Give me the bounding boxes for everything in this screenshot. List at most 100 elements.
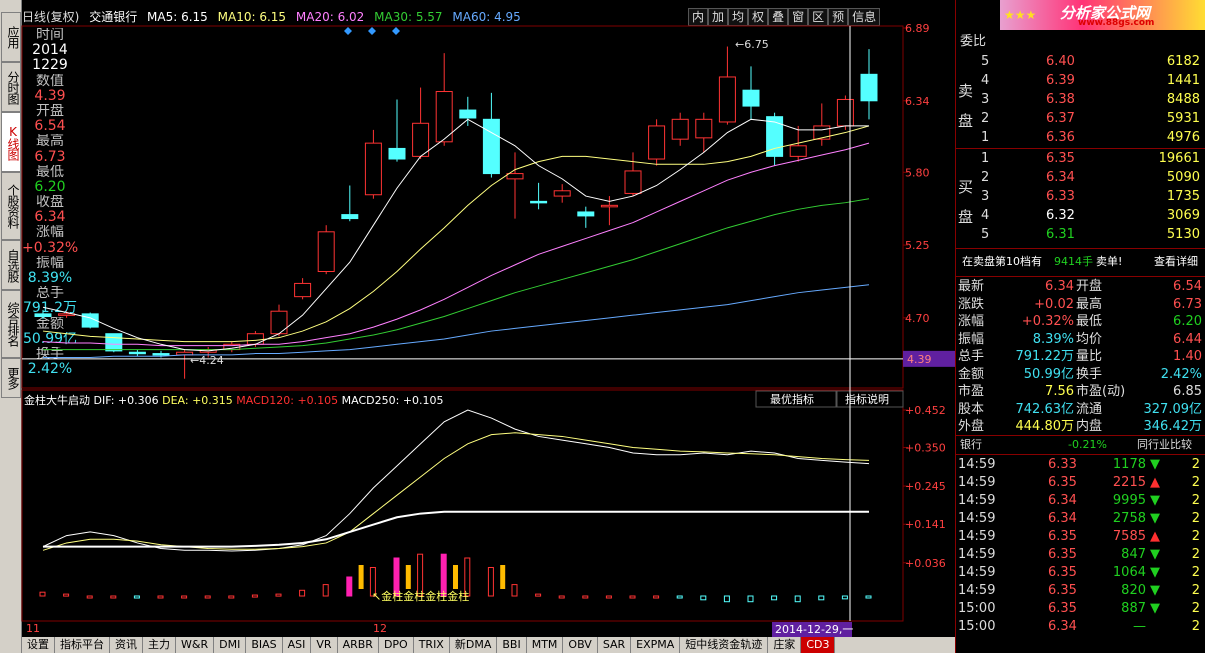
bottom-tab-14[interactable]: MTM	[527, 637, 564, 653]
logo-url: www.88gs.com	[1078, 18, 1155, 28]
trade-time: 14:59	[958, 565, 996, 580]
stat-label-2: 最高	[1076, 296, 1103, 312]
bottom-tab-9[interactable]: ARBR	[338, 637, 379, 653]
bottom-tab-16[interactable]: SAR	[598, 637, 632, 653]
ma60-line	[43, 284, 870, 359]
stat-value-2: 346.42万	[1143, 419, 1203, 434]
bottom-tab-10[interactable]: DPO	[379, 637, 414, 653]
bottom-tab-8[interactable]: VR	[311, 637, 338, 653]
bottom-tab-12[interactable]: 新DMA	[450, 637, 498, 653]
candle-body	[34, 313, 52, 318]
level-volume: 5090	[1166, 170, 1200, 185]
bottom-tab-19[interactable]: 庄家	[768, 637, 802, 653]
arrow-down-icon: ▼	[1150, 547, 1160, 562]
bottom-tab-3[interactable]: 主力	[143, 637, 176, 653]
bottom-tab-20[interactable]: CD3	[801, 637, 836, 653]
candle	[412, 87, 430, 160]
candle	[766, 112, 784, 166]
candle-body	[506, 173, 524, 180]
stat-label-2: 均价	[1076, 331, 1103, 347]
separator	[956, 276, 1205, 277]
bottom-tab-13[interactable]: BBI	[497, 637, 527, 653]
trade-row: 15:00 6.35 887 ▼ 2	[956, 600, 1205, 618]
macd-histogram-bar	[228, 595, 235, 599]
macd-histogram-bar	[841, 595, 848, 600]
industry-compare-button[interactable]: 同行业比较	[1137, 436, 1192, 454]
bottom-tab-4[interactable]: W&R	[176, 637, 215, 653]
weibi-label: 委比	[960, 34, 987, 49]
trade-count: 2	[1191, 547, 1200, 562]
view-detail-link[interactable]: 查看详细	[1154, 253, 1198, 271]
macd-histogram-bar	[723, 595, 730, 603]
bottom-tab-0[interactable]: 设置	[22, 637, 55, 653]
level-volume: 3069	[1166, 208, 1200, 223]
level-price: 6.39	[1046, 73, 1075, 88]
sell-level-row: 3 6.38 8488	[956, 91, 1205, 109]
candle-body	[718, 76, 736, 123]
arrow-down-icon: ▼	[1150, 493, 1160, 508]
order-book-header: 委比	[956, 33, 1205, 51]
level-volume: 1735	[1166, 189, 1200, 204]
x-axis-label-nov: 11	[26, 622, 40, 635]
level-price: 6.36	[1046, 130, 1075, 145]
candle-body	[364, 142, 382, 196]
stat-value: 7.56	[1045, 384, 1074, 399]
candle-body	[624, 170, 642, 194]
macd-histogram-bar	[133, 595, 140, 599]
stat-value-2: 6.44	[1173, 331, 1202, 347]
trade-price: 6.34	[1048, 493, 1077, 508]
macd-histogram-bar	[582, 595, 589, 599]
bottom-tab-15[interactable]: OBV	[563, 637, 598, 653]
trade-price: 6.34	[1048, 511, 1077, 526]
macd-histogram-bar	[605, 595, 612, 599]
macd-histogram-bar	[676, 595, 683, 599]
chart-area[interactable]: 金柱大牛启动 DIF: +0.306 DEA: +0.315 MACD120: …	[0, 0, 955, 637]
trade-count: 2	[1191, 457, 1200, 472]
macd-white-line	[43, 510, 869, 548]
bottom-tab-1[interactable]: 指标平台	[55, 637, 110, 653]
level-number: 2	[981, 111, 990, 126]
candle-body	[695, 118, 713, 139]
level-volume: 5931	[1166, 111, 1200, 126]
notice-text: 在卖盘第10档有	[962, 255, 1042, 268]
candle-body	[742, 89, 760, 107]
stat-label: 市盈	[958, 384, 985, 399]
bottom-tab-7[interactable]: ASI	[283, 637, 312, 653]
ma5-line	[42, 118, 869, 352]
candle-body	[813, 125, 831, 140]
price-axis-label: 5.80	[905, 166, 930, 179]
bottom-tab-5[interactable]: DMI	[214, 637, 247, 653]
stat-label-2: 换手	[1076, 366, 1103, 382]
ma10-line	[42, 125, 870, 343]
stat-label: 振幅	[958, 331, 985, 347]
candle-body	[860, 73, 878, 102]
level-number: 3	[981, 92, 990, 107]
dea-line	[42, 432, 870, 551]
macd-histogram-bar	[63, 593, 70, 597]
indicator-axis-label: +0.350	[905, 441, 946, 454]
bottom-tab-18[interactable]: 短中线资金轨迹	[680, 637, 769, 653]
bottom-tab-6[interactable]: BIAS	[246, 637, 283, 653]
candle	[718, 46, 736, 125]
stat-label-2: 最低	[1076, 314, 1103, 329]
industry-row: 银行 -0.21% 同行业比较	[956, 436, 1205, 454]
bottom-tab-11[interactable]: TRIX	[414, 637, 450, 653]
candle-body	[577, 211, 595, 217]
stat-label: 最新	[958, 279, 985, 294]
macd-histogram-bar	[794, 595, 801, 603]
trade-volume: 9995	[1112, 493, 1146, 508]
date-cursor-label: 2014-12-29,一	[775, 623, 853, 636]
bottom-tab-17[interactable]: EXPMA	[631, 637, 681, 653]
macd-histogram-bar	[818, 595, 825, 601]
buy-level-row: 4 6.32 3069	[956, 207, 1205, 225]
site-logo: ★★★ 分析家公式网 www.88gs.com	[1000, 0, 1205, 30]
indicator-tab-bar: 设置 指标平台 资讯 主力 W&R DMI BIAS ASI VR ARBR DPO TRIX 新DMA…	[22, 637, 955, 653]
stat-label: 外盘	[958, 419, 985, 434]
low-mark-label: ←4.24	[190, 354, 224, 367]
sell-notice-row: 在卖盘第10档有 9414手 卖单! 查看详细	[956, 253, 1205, 271]
cursor-price-label: 4.39	[907, 353, 932, 366]
bottom-tab-2[interactable]: 资讯	[110, 637, 143, 653]
level-volume: 6182	[1166, 54, 1200, 69]
stat-label: 金额	[958, 366, 985, 382]
trade-time: 14:59	[958, 511, 996, 526]
